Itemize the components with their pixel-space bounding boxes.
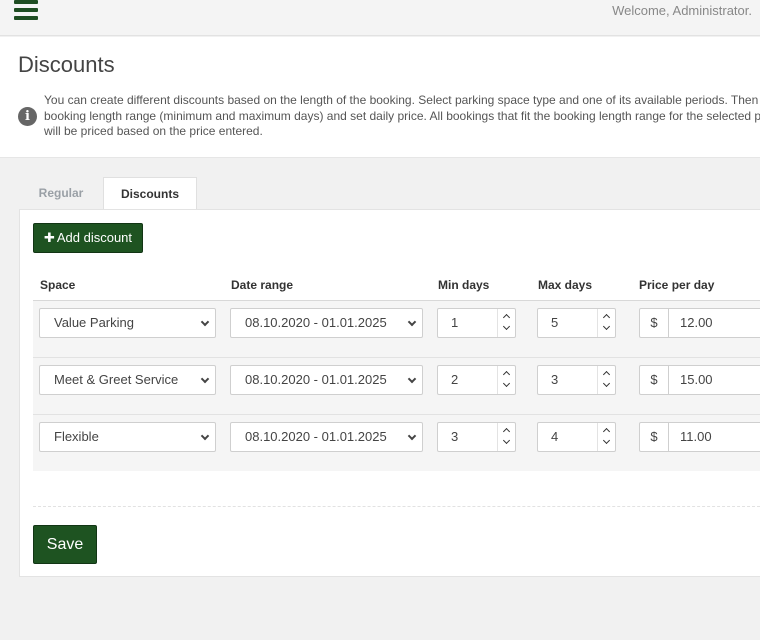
chevron-up-icon[interactable] (602, 427, 611, 436)
currency-symbol: $ (640, 309, 669, 337)
price-value: 12.00 (680, 315, 713, 330)
currency-symbol: $ (640, 366, 669, 394)
space-select-value: Value Parking (54, 315, 134, 330)
column-header-max-days: Max days (538, 278, 593, 292)
chevron-down-icon[interactable] (502, 322, 511, 331)
date-range-select[interactable]: 08.10.2020 - 01.01.2025 (230, 422, 423, 452)
date-range-value: 08.10.2020 - 01.01.2025 (245, 429, 387, 444)
add-discount-button[interactable]: ✚ Add discount (33, 223, 143, 253)
table-row: Meet & Greet Service 08.10.2020 - 01.01.… (33, 357, 760, 414)
chevron-up-icon[interactable] (502, 427, 511, 436)
max-days-stepper[interactable] (597, 309, 615, 337)
space-select[interactable]: Meet & Greet Service (39, 365, 216, 395)
max-days-value: 4 (551, 429, 559, 444)
discounts-table: Value Parking 08.10.2020 - 01.01.2025 1 … (33, 300, 760, 471)
currency-symbol: $ (640, 423, 669, 451)
chevron-down-icon[interactable] (502, 379, 511, 388)
page-header: Discounts i You can create different dis… (0, 37, 760, 158)
chevron-down-icon[interactable] (602, 379, 611, 388)
min-days-stepper[interactable] (497, 366, 515, 394)
max-days-input[interactable]: 3 (537, 365, 616, 395)
space-select-value: Flexible (54, 429, 99, 444)
chevron-up-icon[interactable] (502, 370, 511, 379)
price-per-day-input[interactable]: $12.00 (639, 308, 760, 338)
chevron-down-icon (407, 431, 417, 441)
price-per-day-input[interactable]: $11.00 (639, 422, 760, 452)
welcome-text: Welcome, Administrator. (612, 3, 752, 18)
chevron-down-icon[interactable] (602, 322, 611, 331)
page-title: Discounts (18, 52, 115, 77)
min-days-value: 1 (451, 315, 459, 330)
chevron-up-icon[interactable] (602, 370, 611, 379)
chevron-down-icon (407, 374, 417, 384)
discounts-panel: ✚ Add discount Space Date range Min days … (19, 209, 760, 577)
price-value: 15.00 (680, 372, 713, 387)
add-discount-label: Add discount (56, 230, 133, 245)
chevron-down-icon[interactable] (502, 436, 511, 445)
min-days-input[interactable]: 3 (437, 422, 516, 452)
min-days-value: 3 (451, 429, 459, 444)
min-days-input[interactable]: 2 (437, 365, 516, 395)
chevron-down-icon[interactable] (602, 436, 611, 445)
min-days-value: 2 (451, 372, 459, 387)
date-range-select[interactable]: 08.10.2020 - 01.01.2025 (230, 308, 423, 338)
divider (33, 506, 760, 507)
min-days-stepper[interactable] (497, 309, 515, 337)
column-header-min-days: Min days (438, 278, 490, 292)
chevron-down-icon (200, 431, 210, 441)
column-header-price-per-day: Price per day (639, 278, 715, 292)
max-days-stepper[interactable] (597, 366, 615, 394)
menu-icon[interactable] (14, 0, 38, 22)
min-days-input[interactable]: 1 (437, 308, 516, 338)
max-days-input[interactable]: 4 (537, 422, 616, 452)
chevron-up-icon[interactable] (602, 313, 611, 322)
date-range-select[interactable]: 08.10.2020 - 01.01.2025 (230, 365, 423, 395)
space-select[interactable]: Value Parking (39, 308, 216, 338)
chevron-up-icon[interactable] (502, 313, 511, 322)
space-select[interactable]: Flexible (39, 422, 216, 452)
chevron-down-icon (200, 317, 210, 327)
price-per-day-input[interactable]: $15.00 (639, 365, 760, 395)
chevron-down-icon (407, 317, 417, 327)
info-description: You can create different discounts based… (44, 93, 760, 138)
space-select-value: Meet & Greet Service (54, 372, 179, 387)
tab-regular[interactable]: Regular (19, 177, 103, 210)
table-row: Flexible 08.10.2020 - 01.01.2025 3 4 $11… (33, 414, 760, 471)
table-row: Value Parking 08.10.2020 - 01.01.2025 1 … (33, 300, 760, 357)
date-range-value: 08.10.2020 - 01.01.2025 (245, 315, 387, 330)
column-header-date-range: Date range (231, 278, 294, 292)
max-days-value: 5 (551, 315, 559, 330)
min-days-stepper[interactable] (497, 423, 515, 451)
top-bar: Welcome, Administrator. (0, 0, 760, 36)
column-header-space: Space (40, 278, 76, 292)
max-days-stepper[interactable] (597, 423, 615, 451)
max-days-value: 3 (551, 372, 559, 387)
save-button[interactable]: Save (33, 525, 97, 564)
price-value: 11.00 (680, 429, 712, 444)
date-range-value: 08.10.2020 - 01.01.2025 (245, 372, 387, 387)
max-days-input[interactable]: 5 (537, 308, 616, 338)
tab-discounts[interactable]: Discounts (103, 177, 197, 211)
plus-icon: ✚ (43, 230, 55, 245)
info-icon: i (18, 107, 37, 126)
chevron-down-icon (200, 374, 210, 384)
